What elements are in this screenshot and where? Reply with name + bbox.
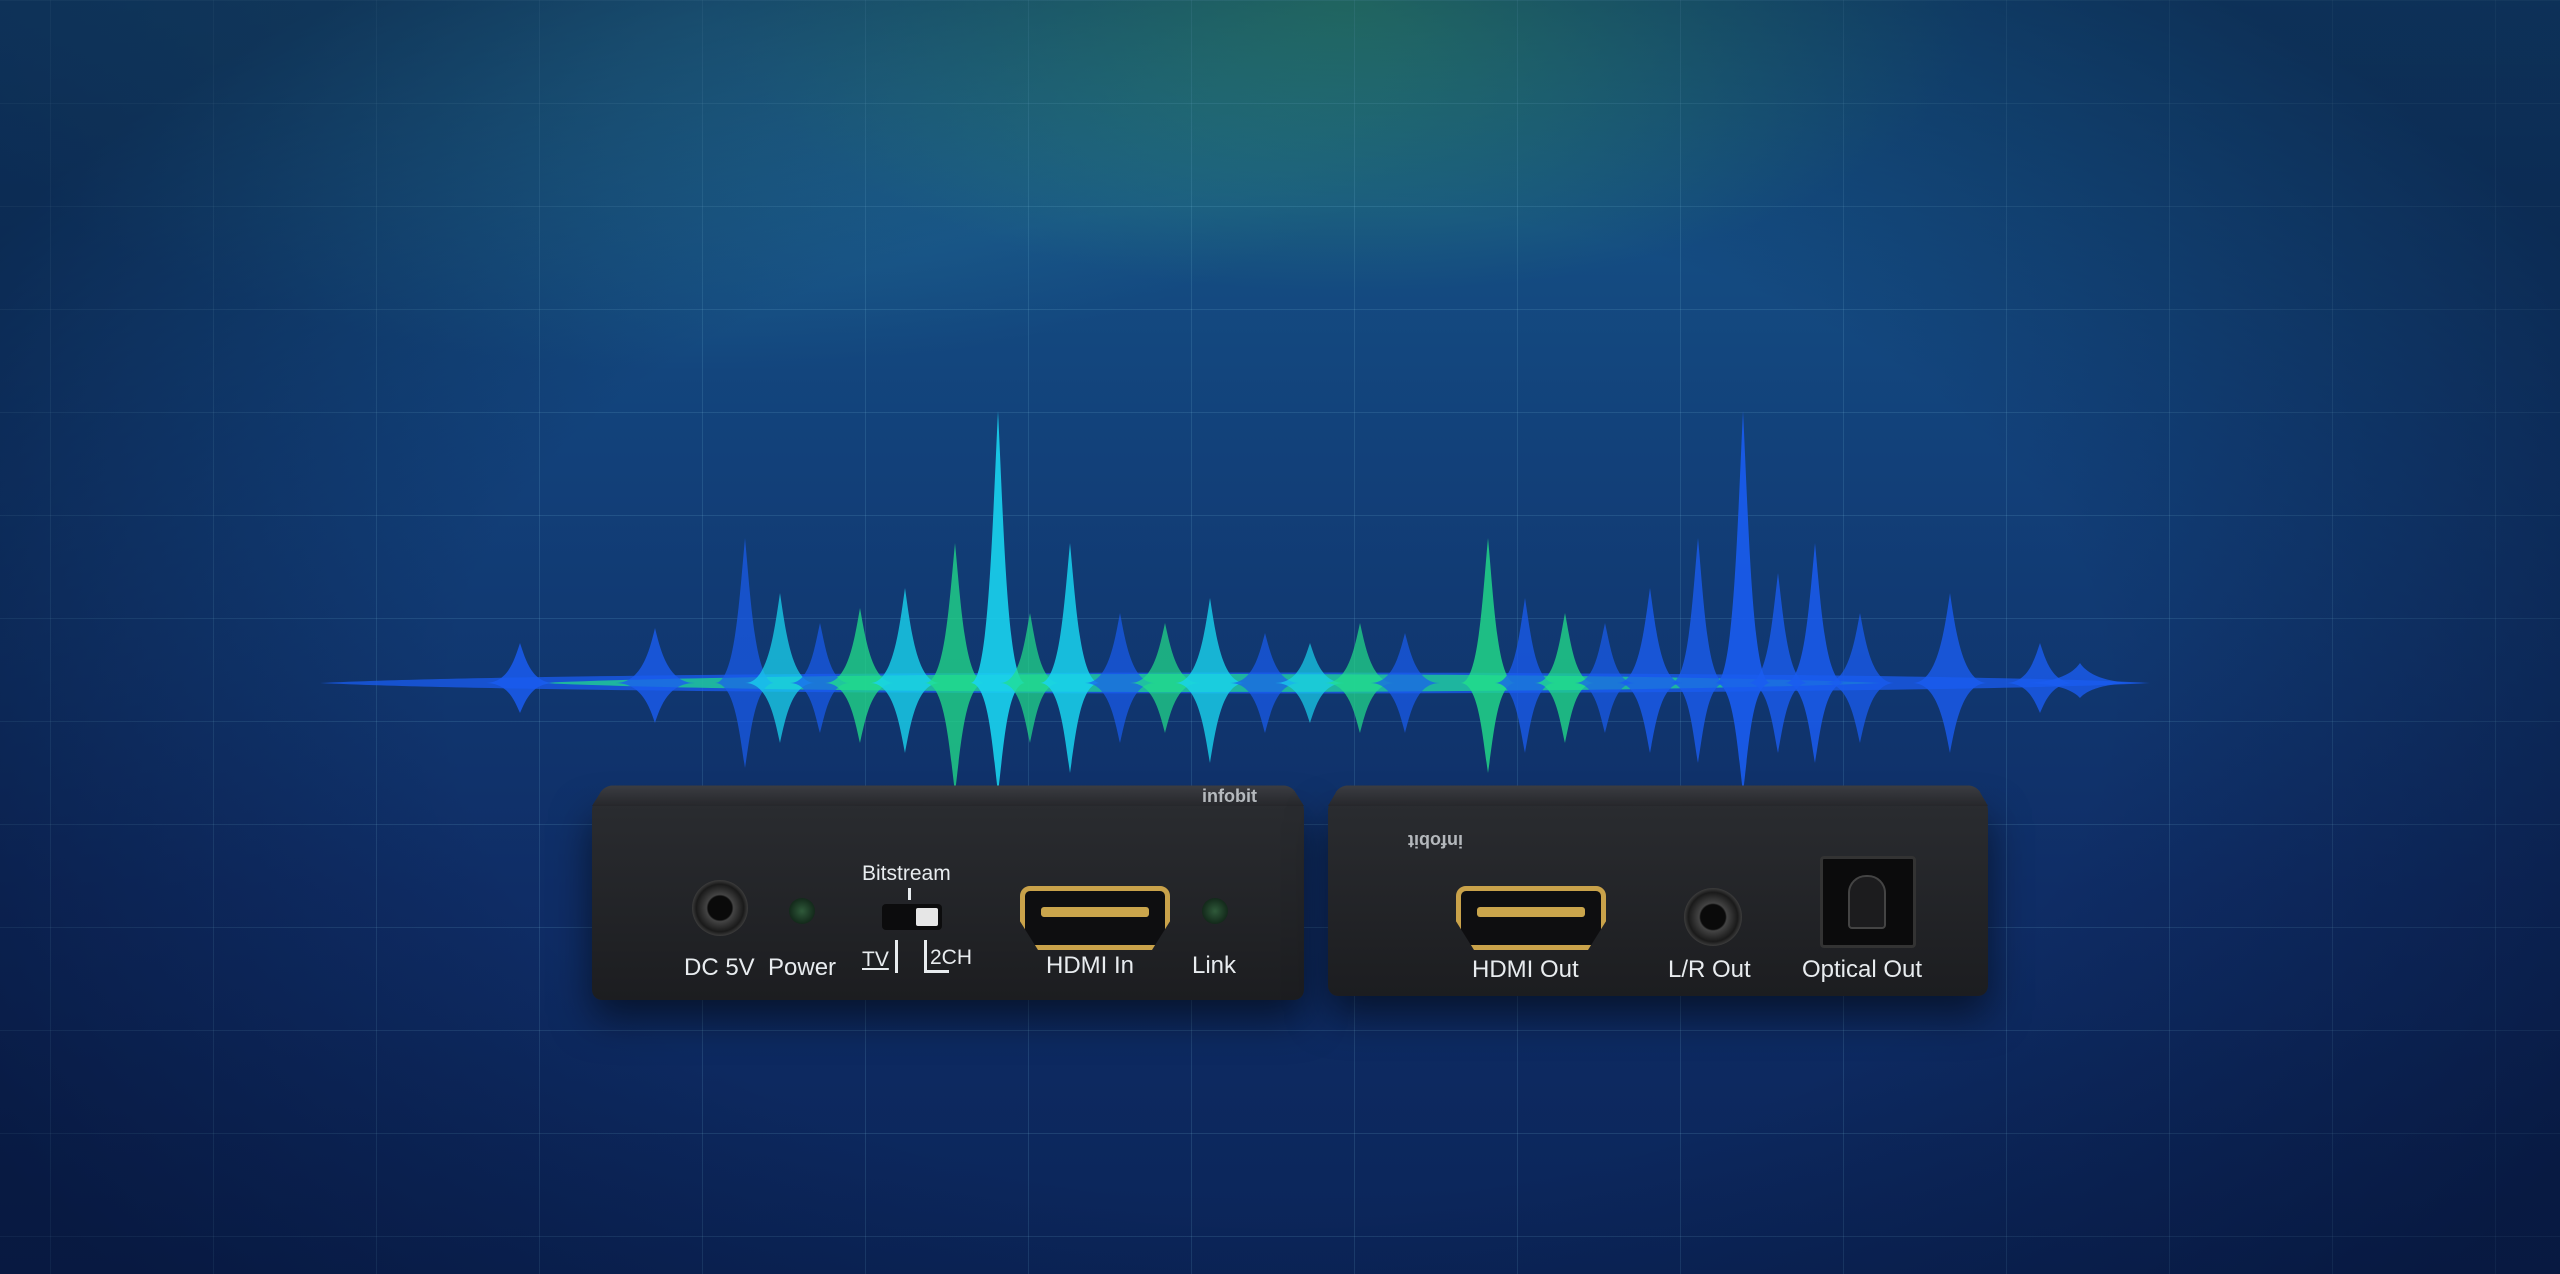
wave-spike <box>1370 633 1440 733</box>
wave-spike <box>1175 598 1245 763</box>
wave-spike <box>1785 543 1845 763</box>
optical-out-label: Optical Out <box>1802 956 1923 983</box>
lr-audio-jack <box>1684 888 1742 946</box>
dc-power-jack <box>692 880 748 936</box>
link-led <box>1202 898 1228 924</box>
lr-out-label: L/R Out <box>1668 956 1751 983</box>
wave-spike <box>925 543 985 793</box>
hdmi-in-port <box>1020 886 1170 950</box>
brand-logo: infobit <box>1202 786 1257 806</box>
wave-spike <box>870 588 940 753</box>
wave-spike <box>1912 593 1988 753</box>
bitstream-2ch-switch[interactable] <box>882 904 942 930</box>
wave-spike <box>1617 588 1683 753</box>
power-led <box>789 898 815 924</box>
wave-spike <box>1670 538 1726 763</box>
wave-spike <box>1040 543 1100 773</box>
power-label: Power <box>768 954 837 981</box>
wave-spike <box>715 538 775 768</box>
audio-extractor-input-panel: infobit Bitstream TV 2CH DC 5V Power HDM… <box>592 785 1304 1000</box>
device-top-face <box>1328 785 1988 806</box>
wave-spike <box>1460 538 1516 773</box>
tv-bracket <box>895 940 898 973</box>
link-label: Link <box>1192 952 1237 979</box>
wave-spike <box>970 411 1026 793</box>
dc-5v-label: DC 5V <box>684 954 755 981</box>
hdmi-out-label: HDMI Out <box>1472 956 1579 983</box>
optical-out-port <box>1820 856 1916 948</box>
brand-logo: infobit <box>1408 831 1463 851</box>
sound-wave-graphic <box>320 411 2150 793</box>
2ch-label: 2CH <box>930 946 973 969</box>
hdmi-in-label: HDMI In <box>1046 952 1135 979</box>
wave-spike <box>1715 411 1771 793</box>
device-top-face <box>592 785 1304 806</box>
tv-label: TV <box>862 948 889 971</box>
audio-extractor-output-panel: infobit HDMI Out L/R Out Optical Out <box>1328 785 1988 996</box>
switch-tick <box>908 888 911 900</box>
hdmi-out-port <box>1456 886 1606 950</box>
bitstream-label: Bitstream <box>862 862 951 885</box>
